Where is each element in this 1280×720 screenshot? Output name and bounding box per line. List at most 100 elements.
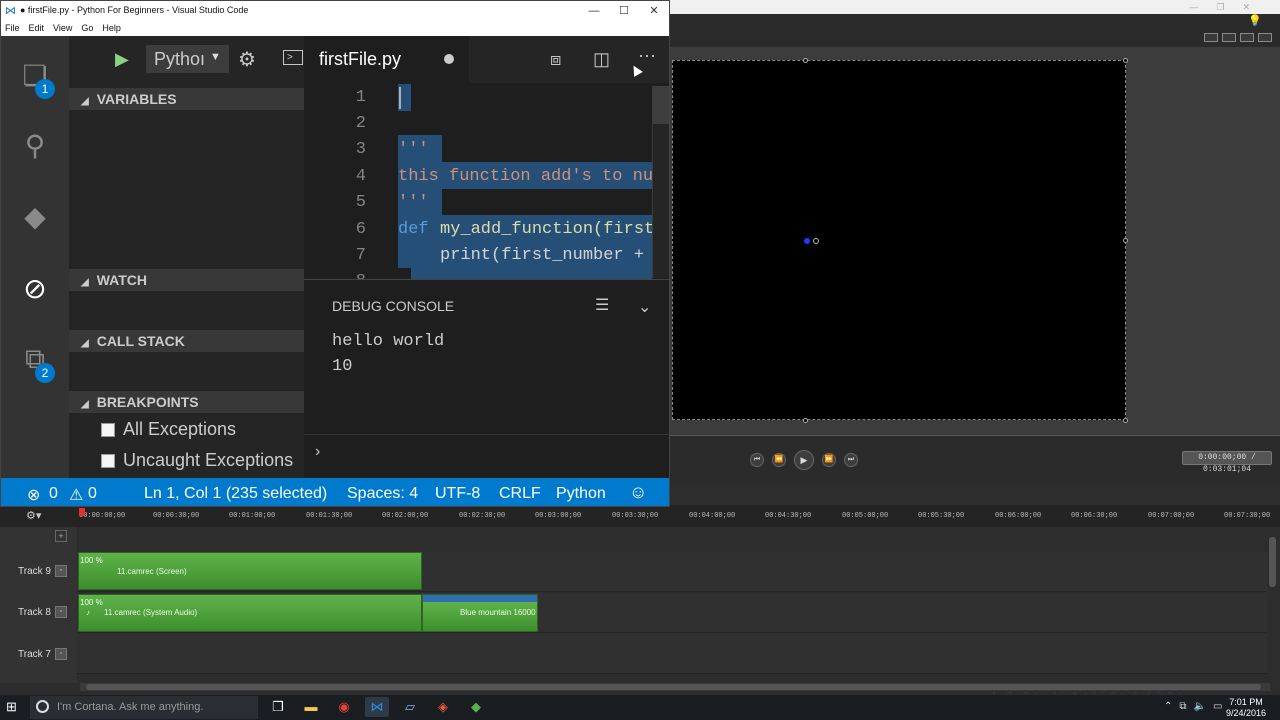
vscode-taskbar-icon[interactable]: ⋈ — [365, 697, 389, 717]
track-row[interactable] — [77, 634, 1267, 674]
error-count[interactable]: 0 — [49, 485, 58, 503]
close-icon[interactable]: ✕ — [639, 1, 669, 21]
menu-help[interactable]: Help — [102, 21, 121, 36]
section-watch[interactable]: ◢ WATCH — [69, 269, 304, 291]
maximize-icon[interactable]: ❐ — [1216, 0, 1224, 14]
ruler-tick: 00:05:30;00 — [918, 512, 965, 520]
open-changes-icon[interactable]: ⧈ — [550, 49, 561, 70]
crop-tool-icon[interactable] — [1204, 33, 1218, 42]
notifications-icon[interactable]: ▭ — [1213, 697, 1222, 717]
unsaved-dot-icon[interactable] — [444, 54, 454, 64]
debug-console-icon[interactable]: > — [283, 50, 303, 65]
debug-repl-input[interactable] — [304, 434, 669, 478]
track-lock-icon[interactable]: ▫ — [55, 648, 67, 660]
tab-label: firstFile.py — [319, 49, 402, 69]
more-actions-icon[interactable]: ⋯ — [638, 46, 656, 67]
playhead[interactable] — [79, 508, 85, 516]
timeline-gear-icon[interactable]: ⚙▾ — [26, 509, 41, 522]
chevron-up-icon[interactable]: ⌃ — [1164, 697, 1172, 717]
encoding[interactable]: UTF-8 — [435, 485, 480, 503]
chevron-down-icon: ▼ — [210, 51, 221, 63]
resize-handle[interactable] — [1123, 418, 1128, 423]
camtasia-recorder-icon[interactable]: ◈ — [431, 697, 455, 717]
breakpoint-all-exceptions[interactable]: All Exceptions — [101, 419, 236, 440]
cursor-position[interactable]: Ln 1, Col 1 (235 selected) — [144, 485, 327, 503]
indentation[interactable]: Spaces: 4 — [347, 485, 418, 503]
warning-icon[interactable]: ⚠ — [69, 485, 83, 505]
track-lock-icon[interactable]: ▫ — [55, 565, 67, 577]
taskbar-clock[interactable]: 7:01 PM 9/24/2016 — [1226, 697, 1266, 719]
code-line-4: this function add's to num — [398, 167, 652, 186]
breakpoint-uncaught-exceptions[interactable]: Uncaught Exceptions — [101, 450, 293, 471]
anchor-point[interactable] — [804, 238, 810, 244]
pan-tool-icon[interactable] — [1222, 33, 1236, 42]
skip-end-icon[interactable]: ⏭ — [844, 453, 858, 467]
section-title: CALL STACK — [96, 333, 185, 349]
resize-handle[interactable] — [1123, 58, 1128, 63]
menu-view[interactable]: View — [53, 21, 72, 36]
checkbox[interactable] — [101, 422, 115, 437]
network-icon[interactable]: ⧉ — [1179, 697, 1186, 717]
checkbox[interactable] — [101, 453, 115, 468]
code-keyword-def: def — [398, 220, 429, 239]
selection — [411, 268, 652, 279]
line-number: 1 — [355, 88, 366, 107]
clear-console-icon[interactable]: ☰ — [595, 295, 609, 315]
chrome-icon[interactable]: ◉ — [332, 697, 356, 717]
vscode-logo-icon: ⋈ — [5, 5, 16, 17]
start-debugging-icon[interactable]: ▶ — [115, 49, 129, 70]
detach-tool-icon[interactable] — [1258, 33, 1272, 42]
minimize-icon[interactable]: — — [1189, 0, 1198, 14]
camtasia-window-controls: — ❐ ✕ — [1189, 0, 1250, 14]
resize-handle[interactable] — [803, 418, 808, 423]
minimize-icon[interactable]: — — [579, 1, 609, 21]
fit-tool-icon[interactable] — [1240, 33, 1254, 42]
rotation-handle[interactable] — [813, 238, 819, 244]
preview-canvas[interactable] — [672, 60, 1126, 420]
windows-start-icon[interactable]: ⊞ — [6, 699, 17, 715]
ruler-tick: 00:04:00;00 — [689, 512, 736, 520]
maximize-icon[interactable]: ☐ — [609, 1, 639, 21]
expand-arrow-icon: ◢ — [81, 277, 89, 288]
section-breakpoints[interactable]: ◢ BREAKPOINTS — [69, 391, 304, 413]
repl-prompt-icon: › — [315, 443, 321, 460]
split-editor-icon[interactable]: ◫ — [593, 49, 610, 70]
source-control-icon[interactable]: ◆ — [17, 199, 53, 235]
line-ending[interactable]: CRLF — [499, 485, 541, 503]
language-mode[interactable]: Python — [556, 485, 606, 503]
section-variables[interactable]: ◢ VARIABLES — [69, 88, 304, 110]
text-cursor — [399, 87, 401, 109]
clip-percent: 100 % — [80, 598, 103, 607]
rewind-icon[interactable]: ⏪ — [772, 453, 786, 467]
track-lock-icon[interactable]: ▫ — [55, 606, 67, 618]
error-icon[interactable]: ⊗ — [27, 485, 40, 505]
menu-go[interactable]: Go — [81, 21, 93, 36]
debug-icon[interactable]: ⊘ — [17, 271, 53, 307]
timeline-vertical-scrollbar[interactable] — [1269, 537, 1276, 587]
skip-start-icon[interactable]: ⏮ — [750, 453, 764, 467]
warning-count[interactable]: 0 — [88, 485, 97, 503]
close-icon[interactable]: ✕ — [1242, 0, 1250, 14]
ruler-tick: 00:05:00;00 — [842, 512, 889, 520]
camtasia-studio-icon[interactable]: ◆ — [464, 697, 488, 717]
resize-handle[interactable] — [803, 58, 808, 63]
gear-icon[interactable]: ⚙ — [238, 47, 256, 72]
feedback-smiley-icon[interactable]: ☺ — [629, 482, 647, 503]
volume-icon[interactable]: 🔈 — [1194, 697, 1206, 717]
ruler-tick: 00:03:30;00 — [612, 512, 659, 520]
menu-file[interactable]: File — [5, 21, 20, 36]
ruler-tick: 00:01:30;00 — [306, 512, 353, 520]
file-explorer-icon[interactable]: ▬ — [299, 697, 323, 717]
notepad-icon[interactable]: ▱ — [398, 697, 422, 717]
section-call-stack[interactable]: ◢ CALL STACK — [69, 330, 304, 352]
chevron-down-icon[interactable]: ⌄ — [638, 297, 651, 317]
resize-handle[interactable] — [1123, 238, 1128, 243]
lightbulb-icon[interactable]: 💡 — [1248, 14, 1266, 28]
fast-forward-icon[interactable]: ⏩ — [822, 453, 836, 467]
play-icon[interactable]: ▶ — [794, 450, 814, 470]
add-track-icon[interactable]: + — [55, 530, 67, 542]
scrollbar-slider[interactable] — [653, 86, 669, 124]
task-view-icon[interactable]: ❐ — [266, 697, 290, 717]
search-icon[interactable]: ⚲ — [17, 128, 53, 164]
menu-edit[interactable]: Edit — [29, 21, 45, 36]
